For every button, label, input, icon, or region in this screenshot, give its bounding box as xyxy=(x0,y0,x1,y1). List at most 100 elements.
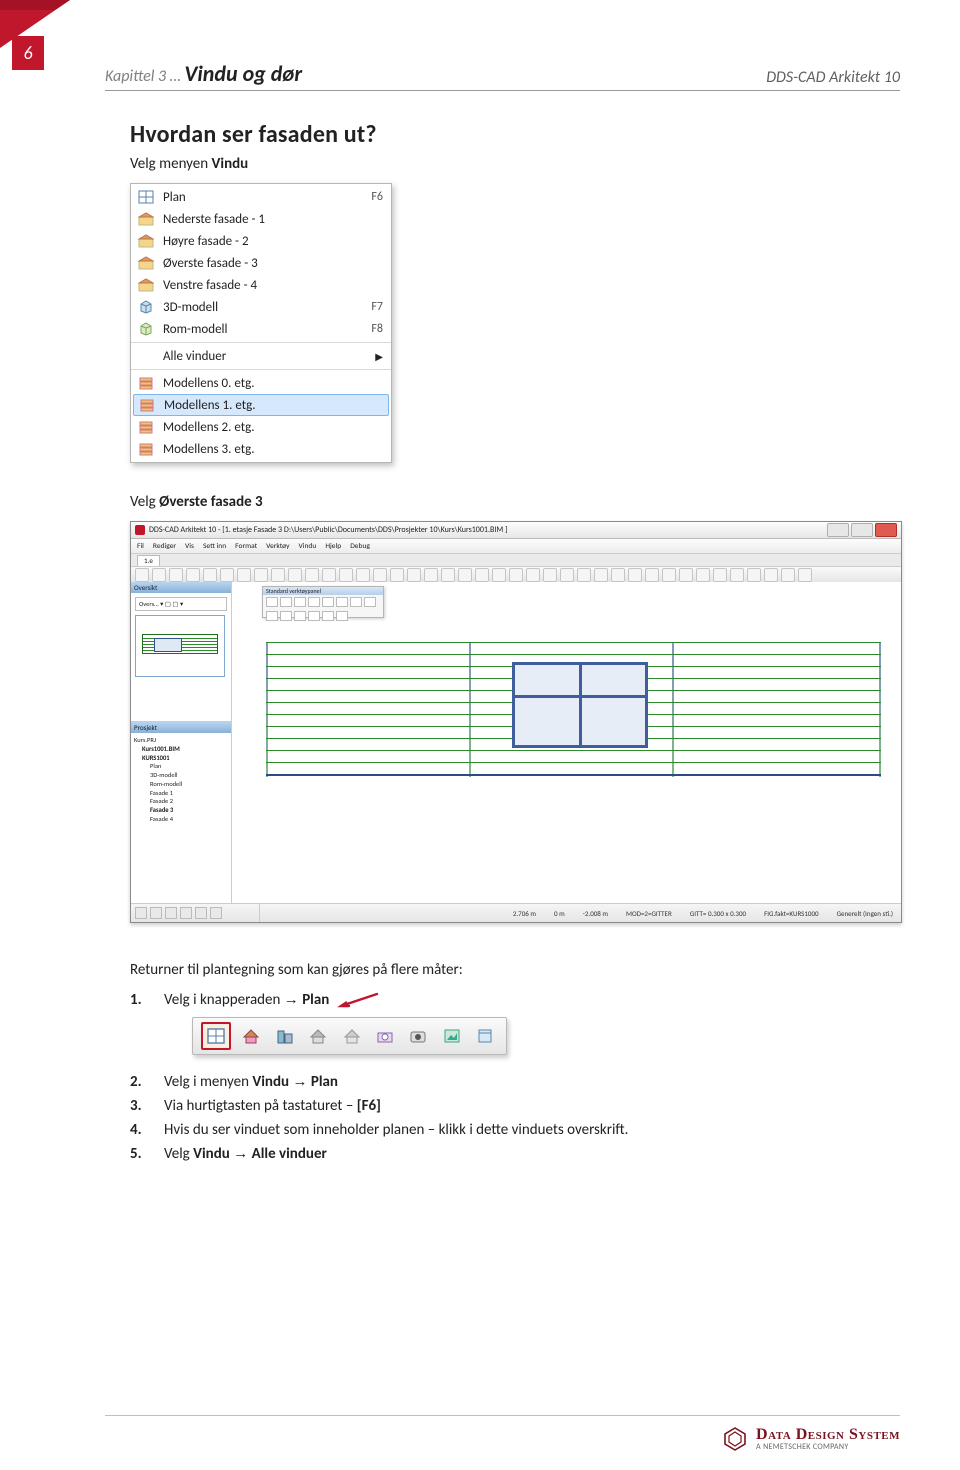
tree-node[interactable]: Fasade 4 xyxy=(134,815,228,824)
status-icon[interactable] xyxy=(195,907,207,919)
status-icon[interactable] xyxy=(210,907,222,919)
project-tree[interactable]: Kurs.PRJ Kurs1001.BIM KURS1001 Plan 3D-m… xyxy=(131,733,231,904)
overview-panel-header[interactable]: Oversikt xyxy=(131,582,231,593)
toolbar-button[interactable] xyxy=(186,568,200,582)
toolbar-button[interactable] xyxy=(356,568,370,582)
photo-button[interactable] xyxy=(405,1024,431,1048)
building-button[interactable] xyxy=(272,1024,298,1048)
tree-node[interactable]: Fasade 1 xyxy=(134,789,228,798)
tree-node[interactable]: Rom-modell xyxy=(134,780,228,789)
maximize-button[interactable] xyxy=(851,523,873,537)
toolbar-button[interactable] xyxy=(679,568,693,582)
status-icon[interactable] xyxy=(135,907,147,919)
toolbar-button[interactable] xyxy=(135,568,149,582)
tree-node[interactable]: 3D-modell xyxy=(134,771,228,780)
toolbar-button[interactable] xyxy=(271,568,285,582)
toolbar-button[interactable] xyxy=(322,568,336,582)
toolbar-button[interactable] xyxy=(645,568,659,582)
toolbar-button[interactable] xyxy=(424,568,438,582)
menu-item-etg1[interactable]: Modellens 1. etg. xyxy=(133,394,389,416)
project-panel-header[interactable]: Prosjekt xyxy=(131,722,231,733)
menu-item-fasade2[interactable]: Høyre fasade - 2 xyxy=(131,230,391,252)
house-button[interactable] xyxy=(238,1024,264,1048)
tree-node[interactable]: Plan xyxy=(134,762,228,771)
menu-settinn[interactable]: Sett inn xyxy=(203,542,226,551)
menu-rediger[interactable]: Rediger xyxy=(153,542,176,551)
close-button[interactable] xyxy=(875,523,897,537)
menu-fil[interactable]: Fil xyxy=(137,542,144,551)
tree-node[interactable]: Fasade 3 xyxy=(134,806,228,815)
toolbar-button[interactable] xyxy=(407,568,421,582)
tree-node[interactable]: KURS1001 xyxy=(134,754,228,763)
toolbar-button[interactable] xyxy=(220,568,234,582)
menu-item-rommodell[interactable]: Rom-modell F8 xyxy=(131,318,391,340)
toolbar-button[interactable] xyxy=(203,568,217,582)
toolbar-button[interactable] xyxy=(662,568,676,582)
toolbar-button[interactable] xyxy=(492,568,506,582)
house-gray2-button[interactable] xyxy=(339,1024,365,1048)
menu-item-etg2[interactable]: Modellens 2. etg. xyxy=(131,416,391,438)
toolbar-button[interactable] xyxy=(543,568,557,582)
status-icon[interactable] xyxy=(150,907,162,919)
toolbar-button[interactable] xyxy=(509,568,523,582)
toolbar-button[interactable] xyxy=(475,568,489,582)
menu-vindu[interactable]: Vindu xyxy=(299,542,317,551)
toolbar-button[interactable] xyxy=(254,568,268,582)
plan-button[interactable] xyxy=(201,1022,231,1050)
menu-item-plan[interactable]: Plan F6 xyxy=(131,186,391,208)
facade-icon xyxy=(137,277,155,293)
tree-node[interactable]: Kurs.PRJ xyxy=(134,736,228,745)
overview-select[interactable]: Overs… ▾ ▢ ▢ ▾ xyxy=(135,597,227,611)
toolbar-button[interactable] xyxy=(611,568,625,582)
toolbar-button[interactable] xyxy=(781,568,795,582)
toolbar-button[interactable] xyxy=(798,568,812,582)
menu-item-fasade4[interactable]: Venstre fasade - 4 xyxy=(131,274,391,296)
toolbar-button[interactable] xyxy=(237,568,251,582)
toolbar-button[interactable] xyxy=(441,568,455,582)
status-icon[interactable] xyxy=(165,907,177,919)
menu-item-etg3[interactable]: Modellens 3. etg. xyxy=(131,438,391,460)
menu-debug[interactable]: Debug xyxy=(350,542,370,551)
floating-toolbar[interactable]: Standard verktøypanel xyxy=(262,586,384,618)
tree-node[interactable]: Kurs1001.BIM xyxy=(134,745,228,754)
toolbar-button[interactable] xyxy=(730,568,744,582)
menu-item-fasade3[interactable]: Øverste fasade - 3 xyxy=(131,252,391,274)
toolbar-button[interactable] xyxy=(169,568,183,582)
house-gray-button[interactable] xyxy=(305,1024,331,1048)
toolbar-button[interactable] xyxy=(628,568,642,582)
cad-tab[interactable]: 1.e xyxy=(137,555,160,566)
menu-vis[interactable]: Vis xyxy=(185,542,194,551)
toolbar-button[interactable] xyxy=(458,568,472,582)
minimize-button[interactable] xyxy=(827,523,849,537)
facade-icon xyxy=(137,233,155,249)
menu-format[interactable]: Format xyxy=(235,542,257,551)
toolbar-button[interactable] xyxy=(560,568,574,582)
toolbar-button[interactable] xyxy=(526,568,540,582)
toolbar-button[interactable] xyxy=(339,568,353,582)
menu-item-alle-vinduer[interactable]: Alle vinduer ▶ xyxy=(131,345,391,367)
tree-node[interactable]: Fasade 2 xyxy=(134,797,228,806)
toolbar-button[interactable] xyxy=(594,568,608,582)
toolbar-button[interactable] xyxy=(373,568,387,582)
overview-thumbnail[interactable] xyxy=(135,615,225,677)
render-button[interactable] xyxy=(439,1024,465,1048)
toolbar-button[interactable] xyxy=(305,568,319,582)
cad-canvas[interactable]: Standard verktøypanel xyxy=(232,582,901,904)
toolbar-button[interactable] xyxy=(390,568,404,582)
toolbar-button[interactable] xyxy=(713,568,727,582)
menu-item-fasade1[interactable]: Nederste fasade - 1 xyxy=(131,208,391,230)
toolbar-button[interactable] xyxy=(152,568,166,582)
status-icon[interactable] xyxy=(180,907,192,919)
camera-button[interactable] xyxy=(372,1024,398,1048)
toolbar-button[interactable] xyxy=(577,568,591,582)
toolbar-button[interactable] xyxy=(764,568,778,582)
menu-item-etg0[interactable]: Modellens 0. etg. xyxy=(131,372,391,394)
toolbar-button[interactable] xyxy=(747,568,761,582)
menu-verktoy[interactable]: Verktøy xyxy=(266,542,289,551)
toolbar-button[interactable] xyxy=(696,568,710,582)
toolbar-button[interactable] xyxy=(288,568,302,582)
window-button[interactable] xyxy=(472,1024,498,1048)
menu-hjelp[interactable]: Hjelp xyxy=(325,542,341,551)
menu-item-3dmodell[interactable]: 3D-modell F7 xyxy=(131,296,391,318)
cad-titlebar[interactable]: DDS-CAD Arkitekt 10 - [1. etasje Fasade … xyxy=(131,522,901,539)
